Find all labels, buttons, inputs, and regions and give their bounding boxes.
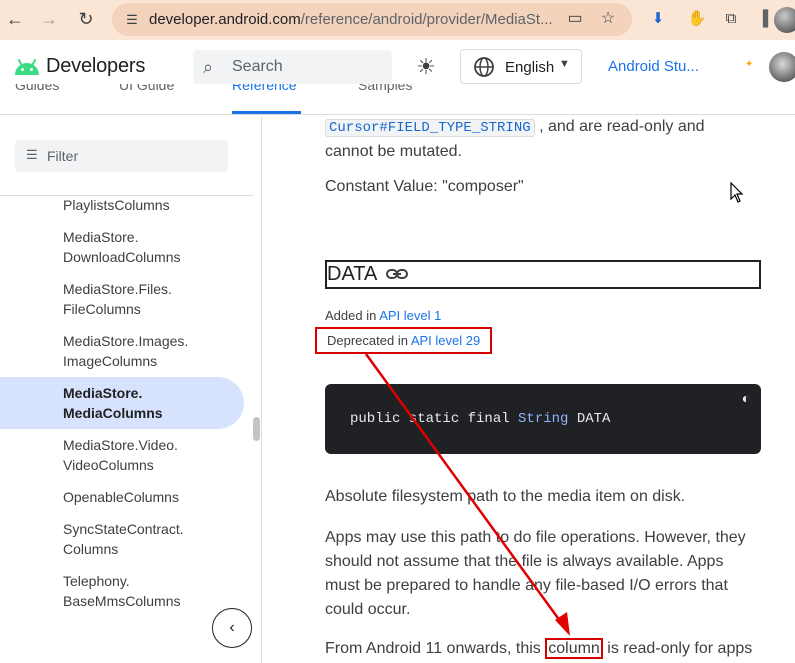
sidebar-item-mediacolumns[interactable]: MediaStore. MediaColumns	[63, 383, 163, 423]
code-signature: public static final String DATA	[350, 411, 610, 427]
paragraph-line: Apps may use this path to do file operat…	[325, 529, 746, 546]
chevron-down-icon: ▼	[559, 58, 570, 70]
collapse-sidebar-button[interactable]: ‹	[212, 608, 252, 648]
sidebar-item-label: Columns	[63, 541, 119, 557]
developers-logo[interactable]: Developers	[14, 55, 145, 78]
sidebar-item-label: BaseMmsColumns	[63, 593, 181, 609]
url-path: /reference/android/provider/MediaSt...	[300, 11, 553, 28]
url-host: developer.android.com	[149, 11, 301, 28]
extension-hand-icon[interactable]: ✋	[687, 9, 707, 29]
paragraph-line: should not assume that the file is alway…	[325, 553, 724, 570]
sidebar-item-filecolumns[interactable]: MediaStore.Files. FileColumns	[63, 279, 172, 319]
sidebar-item-playlistscolumns[interactable]: PlaylistsColumns	[63, 195, 170, 215]
sidebar-item-videocolumns[interactable]: MediaStore.Video. VideoColumns	[63, 435, 178, 475]
sidebar-item-label: VideoColumns	[63, 457, 154, 473]
filter-input[interactable]: ☰ Filter	[15, 140, 228, 172]
forward-icon[interactable]: →	[38, 8, 60, 30]
code-field-name: DATA	[568, 411, 611, 427]
added-in-api: Added in API level 1	[325, 308, 441, 323]
paragraph-text: is read-only for apps	[602, 640, 753, 657]
android-11-paragraph: From Android 11 onwards, this column is …	[325, 637, 795, 661]
tab-reference[interactable]: Reference	[232, 84, 297, 93]
tab-guides[interactable]: Guides	[15, 84, 59, 93]
sidebar-item-syncstatecontract-columns[interactable]: SyncStateContract. Columns	[63, 519, 184, 559]
sidebar-item-label: MediaStore.Files.	[63, 281, 172, 297]
browser-toolbar: ← → ↻ ☰ developer.android.com/reference/…	[0, 0, 795, 40]
description-text: Absolute filesystem path to the media it…	[325, 488, 686, 505]
paragraph-line: must be prepared to handle any file-base…	[325, 577, 728, 594]
section-tabs: Guides UI Guide Reference Samples	[0, 84, 795, 115]
sidebar-item-downloadcolumns[interactable]: MediaStore. DownloadColumns	[63, 227, 181, 267]
user-avatar[interactable]	[769, 52, 795, 82]
code-type: String	[518, 411, 569, 427]
extensions-puzzle-icon[interactable]: ⧉	[721, 9, 741, 29]
sidebar-item-label: MediaStore.	[63, 385, 143, 401]
sidebar-item-label: FileColumns	[63, 301, 141, 317]
language-selector[interactable]: English ▼	[460, 49, 582, 84]
back-icon[interactable]: ←	[4, 8, 26, 30]
active-tab-indicator	[232, 111, 301, 114]
paragraph-text: From Android 11 onwards, this	[325, 640, 546, 657]
sidebar-item-label: MediaColumns	[63, 405, 163, 421]
link-icon[interactable]	[386, 268, 408, 280]
field-name: DATA	[327, 263, 378, 285]
sidebar-item-label: Telephony.	[63, 573, 130, 589]
search-placeholder: Search	[232, 58, 283, 75]
bookmark-star-icon[interactable]: ☆	[598, 9, 618, 29]
field-type-string-link[interactable]: Cursor#FIELD_TYPE_STRING	[325, 119, 535, 137]
browser-menu-icon[interactable]: ▐	[753, 9, 773, 29]
intro-text: Cursor#FIELD_TYPE_STRING , and are read-…	[325, 116, 755, 164]
code-signature-block: ◐ public static final String DATA	[325, 384, 761, 454]
android-logo-icon	[14, 58, 40, 75]
tab-samples[interactable]: Samples	[358, 84, 412, 93]
sidebar-item-openablecolumns[interactable]: OpenableColumns	[63, 487, 179, 507]
globe-icon	[474, 57, 494, 77]
sidebar-item-label: MediaStore.	[63, 229, 139, 245]
sidebar-item-label: OpenableColumns	[63, 489, 179, 505]
browser-profile-avatar[interactable]	[774, 7, 795, 33]
site-search-input[interactable]: ⌕ Search	[193, 50, 392, 84]
android-studio-link[interactable]: Android Stu...	[608, 58, 699, 75]
reload-icon[interactable]: ↻	[75, 8, 97, 30]
sparkle-icon: ✦	[745, 59, 754, 70]
deprecated-in-api-annotated: Deprecated in API level 29	[315, 327, 493, 354]
tab-ui-guide[interactable]: UI Guide	[119, 84, 174, 93]
sidebar-item-label: MediaStore.Images.	[63, 333, 189, 349]
code-modifiers: public static final	[350, 411, 519, 427]
brand-name: Developers	[46, 55, 146, 77]
cast-icon[interactable]: ▭	[565, 9, 585, 29]
paragraph-line: could occur.	[325, 601, 411, 618]
extension-download-icon[interactable]: ⬇	[648, 9, 668, 29]
reference-content: Cursor#FIELD_TYPE_STRING , and are read-…	[285, 116, 795, 663]
constant-value: Constant Value: "composer"	[325, 178, 524, 195]
data-field-heading: DATA	[325, 260, 761, 289]
sidebar-item-imagecolumns[interactable]: MediaStore.Images. ImageColumns	[63, 331, 188, 371]
sidebar-scrollbar[interactable]	[253, 417, 260, 441]
reference-sidebar: ☰ Filter PlaylistsColumns MediaStore. Do…	[0, 116, 262, 663]
code-theme-toggle-icon[interactable]: ◐	[738, 390, 754, 406]
address-bar[interactable]: ☰ developer.android.com/reference/androi…	[112, 3, 632, 36]
sidebar-item-label: ImageColumns	[63, 353, 158, 369]
deprecated-prefix: Deprecated in	[327, 333, 411, 348]
intro-text-rest: , and are read-only and	[539, 118, 705, 135]
sidebar-item-label: PlaylistsColumns	[63, 197, 170, 213]
sidebar-item-label: SyncStateContract.	[63, 521, 184, 537]
sidebar-item-label: DownloadColumns	[63, 249, 181, 265]
site-info-icon[interactable]: ☰	[122, 10, 142, 30]
highlighted-column-word: column	[545, 638, 603, 659]
sidebar-item-basemmscolumns[interactable]: Telephony. BaseMmsColumns	[63, 571, 180, 611]
sidebar-item-label: MediaStore.Video.	[63, 437, 178, 453]
theme-toggle-sun-icon[interactable]: ☀	[413, 54, 439, 80]
search-icon: ⌕	[203, 57, 214, 77]
filter-icon: ☰	[26, 147, 38, 162]
api-level-29-link[interactable]: API level 29	[411, 333, 480, 348]
usage-paragraph: Apps may use this path to do file operat…	[325, 526, 755, 622]
mouse-cursor-icon	[730, 182, 744, 203]
intro-text-line2: cannot be mutated.	[325, 143, 462, 160]
added-prefix: Added in	[325, 308, 380, 323]
filter-placeholder: Filter	[47, 148, 79, 164]
language-label: English	[505, 59, 555, 76]
url-text[interactable]: developer.android.com/reference/android/…	[149, 11, 569, 28]
api-level-1-link[interactable]: API level 1	[379, 308, 441, 323]
